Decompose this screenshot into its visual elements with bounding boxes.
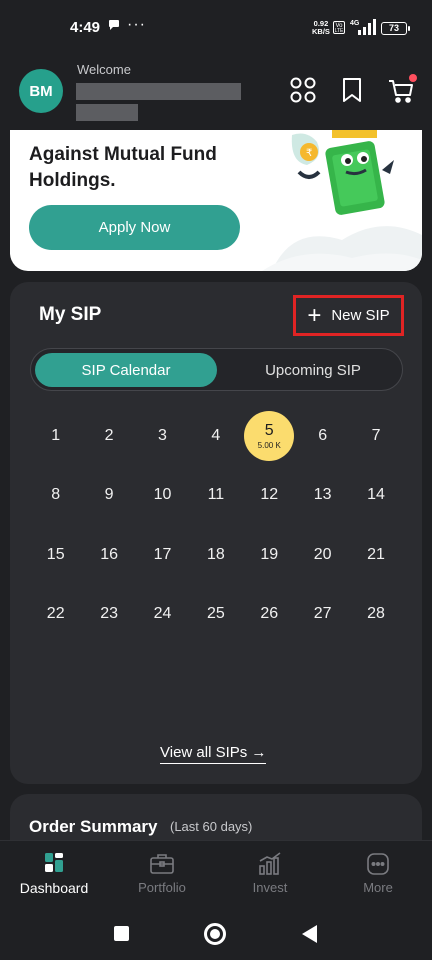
calendar-day[interactable]: 17 [136,525,189,585]
banner-title: Against Mutual Fund Holdings. [29,144,217,191]
cart-icon[interactable] [387,74,417,104]
net-speed: 0.92 KB/S [312,19,330,36]
view-all-sips-link[interactable]: View all SIPs → [160,744,267,764]
nav-dashboard[interactable]: Dashboard [0,841,108,906]
calendar-day[interactable]: 1 [29,406,82,466]
apps-grid-icon[interactable] [289,76,317,104]
dashboard-icon [45,852,63,872]
calendar-day[interactable]: 23 [82,585,135,645]
calendar-day[interactable]: 14 [349,466,402,526]
tab-upcoming-sip[interactable]: Upcoming SIP [227,353,399,387]
calendar-day[interactable]: 24 [136,585,189,645]
more-icon [367,853,389,875]
calendar-day[interactable]: 20 [296,525,349,585]
back-icon[interactable] [302,925,317,943]
bottom-nav: Dashboard Portfolio Invest More [0,840,432,906]
calendar-week: 22 23 24 25 26 27 28 [29,585,403,645]
app-header: BM Welcome [0,56,432,126]
nav-more[interactable]: More [324,841,432,906]
nav-label: Invest [252,880,288,895]
calendar-day[interactable]: 3 [136,406,189,466]
calendar-day[interactable]: 21 [349,525,402,585]
calendar-day[interactable]: 16 [82,525,135,585]
calendar-day[interactable]: 11 [189,466,242,526]
apply-now-button[interactable]: Apply Now [29,205,240,250]
nav-label: Portfolio [138,880,186,895]
calendar-week: 15 16 17 18 19 20 21 [29,525,403,585]
nav-invest[interactable]: Invest [216,841,324,906]
tab-sip-calendar[interactable]: SIP Calendar [35,353,217,387]
calendar-day-highlighted[interactable]: 5 5.00 K [243,406,296,466]
home-icon[interactable] [204,923,226,945]
calendar-week: 1 2 3 4 5 5.00 K 6 7 [29,406,403,466]
calendar-day[interactable]: 15 [29,525,82,585]
plus-icon: + [307,301,322,329]
svg-text:4G: 4G [350,20,360,27]
redacted-username-line2 [76,104,138,121]
cart-notification-dot [409,74,417,82]
volte-icon: Vo LTE [333,21,345,34]
calendar-day[interactable]: 6 [296,406,349,466]
welcome-label: Welcome [77,62,131,77]
svg-text:₹: ₹ [306,148,312,159]
calendar-day[interactable]: 22 [29,585,82,645]
more-notifications-icon: ··· [127,16,146,33]
calendar-week: 8 9 10 11 12 13 14 [29,466,403,526]
signal-icon: 4G [348,18,378,36]
chart-icon [259,852,281,875]
redacted-username [76,83,241,100]
calendar-day[interactable]: 10 [136,466,189,526]
calendar-day[interactable]: 19 [243,525,296,585]
sip-card: My SIP + New SIP SIP Calendar Upcoming S… [10,282,422,784]
battery-indicator: 73 [381,22,410,35]
new-sip-label: New SIP [331,307,390,324]
calendar-day[interactable]: 25 [189,585,242,645]
calendar-day[interactable]: 12 [243,466,296,526]
calendar-day[interactable]: 26 [243,585,296,645]
system-nav-bar [0,906,432,960]
mascot-illustration: ₹ [262,130,422,271]
calendar-day[interactable]: 2 [82,406,135,466]
bookmark-icon[interactable] [338,76,366,104]
chat-notification-icon [108,19,120,34]
calendar-day[interactable]: 7 [349,406,402,466]
nav-portfolio[interactable]: Portfolio [108,841,216,906]
order-summary-subtitle: (Last 60 days) [170,819,253,834]
recent-apps-icon[interactable] [114,926,129,941]
calendar-day[interactable]: 9 [82,466,135,526]
calendar-day[interactable]: 13 [296,466,349,526]
sip-day-bubble: 5 5.00 K [244,410,295,461]
order-summary-title: Order Summary [29,817,158,836]
sip-calendar: 1 2 3 4 5 5.00 K 6 7 8 9 10 11 12 13 14 … [29,406,403,644]
calendar-day[interactable]: 27 [296,585,349,645]
promo-banner[interactable]: Against Mutual Fund Holdings. Apply Now … [10,130,422,271]
nav-label: More [363,880,393,895]
highlighted-day-number: 5 [264,421,274,439]
status-bar: 4:49 ··· 0.92 KB/S Vo LTE 4G 73 [0,0,432,56]
sip-tabs: SIP Calendar Upcoming SIP [30,348,403,391]
calendar-day[interactable]: 28 [349,585,402,645]
calendar-day[interactable]: 4 [189,406,242,466]
calendar-day[interactable]: 18 [189,525,242,585]
calendar-day[interactable]: 8 [29,466,82,526]
new-sip-button[interactable]: + New SIP [293,295,404,336]
status-time: 4:49 [70,19,101,36]
nav-label: Dashboard [19,879,89,896]
briefcase-icon [150,854,174,874]
avatar[interactable]: BM [19,69,63,113]
sip-amount: 5.00 K [257,440,281,450]
sip-title: My SIP [39,304,102,325]
